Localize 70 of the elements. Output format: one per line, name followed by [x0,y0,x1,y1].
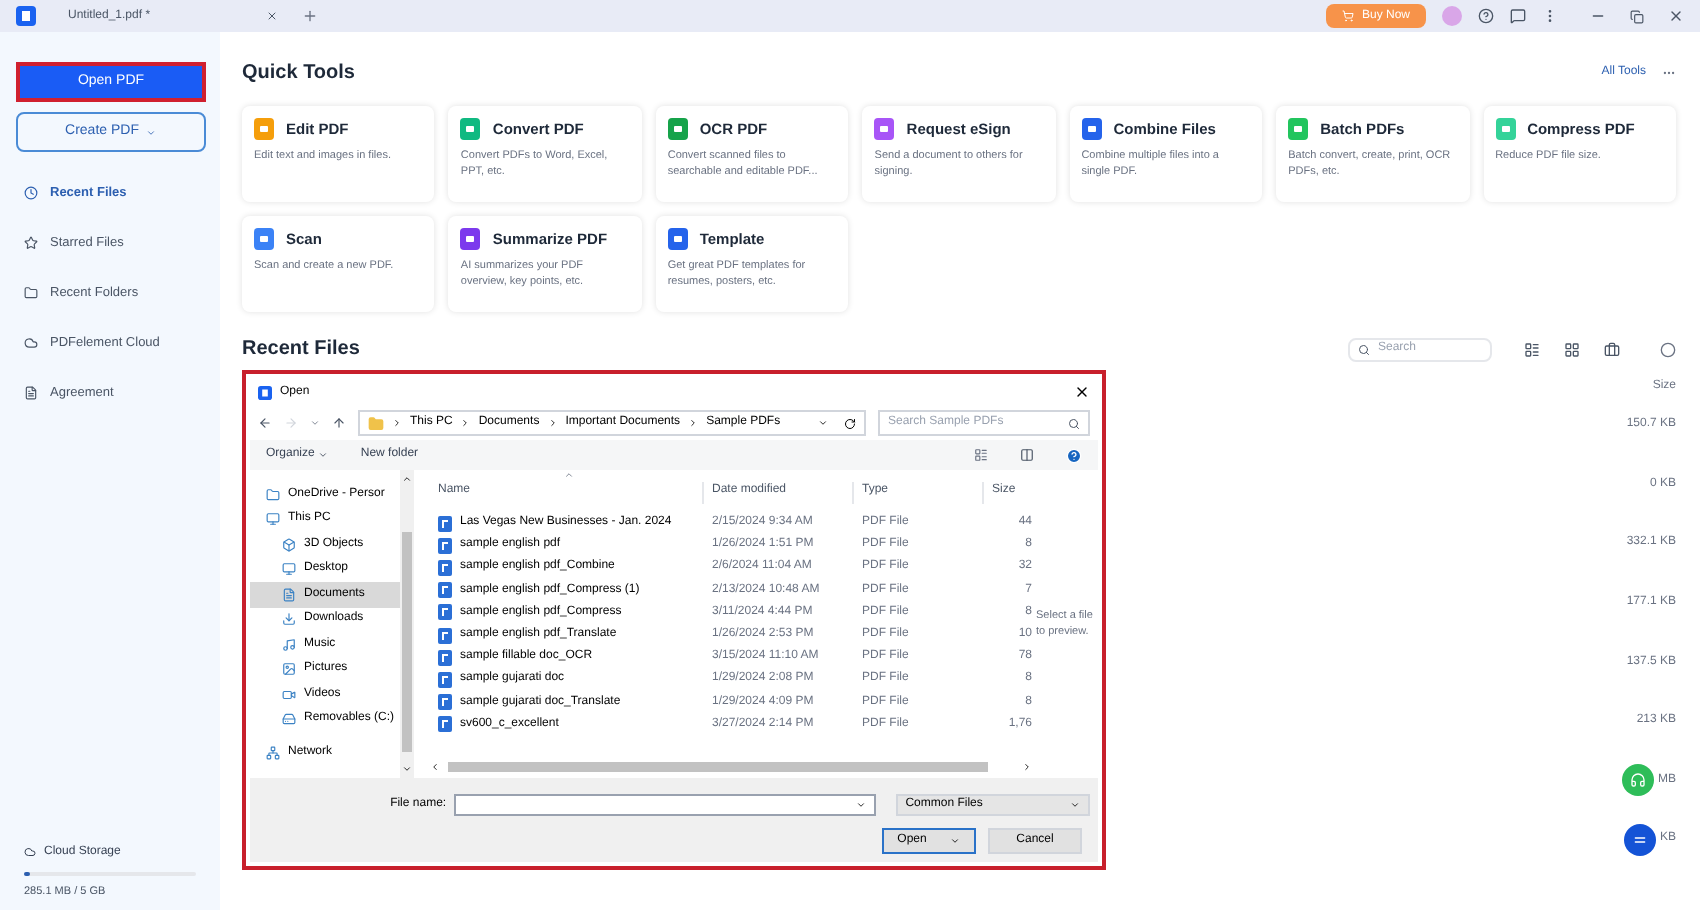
new-tab-icon[interactable] [302,8,318,24]
caret-icon [146,127,157,137]
tool-icon [667,118,688,141]
tool-icon [254,228,274,251]
dropdown-caret-icon [1070,800,1080,810]
dropdown-caret-icon [855,800,866,810]
chevron-icon [688,418,699,428]
nav-icon [24,236,38,250]
help-icon[interactable] [1478,8,1494,24]
lines-icon [1631,831,1648,848]
pdf-file-icon [438,627,452,644]
more-icon[interactable] [1662,66,1676,80]
section-title: Recent Files [242,336,360,364]
scrollbar[interactable] [400,470,414,778]
close-icon[interactable] [1668,8,1684,24]
app-logo-icon [16,6,36,26]
tool-icon [460,118,481,141]
app-logo-icon [258,385,272,399]
nav-icon [24,336,38,350]
restore-icon[interactable] [1630,9,1644,23]
pdf-file-icon [438,694,452,711]
nav-icon [24,386,38,400]
cloud-icon [24,846,36,859]
headset-icon [1630,772,1646,789]
pdf-file-icon [438,671,452,688]
chevron-icon [460,418,471,428]
pdf-file-icon [438,716,452,733]
pdf-file-icon [438,649,452,666]
dropdown-caret-icon[interactable] [818,418,828,428]
preview-pane-icon[interactable] [1020,448,1034,462]
tool-icon [460,228,481,251]
pdf-file-icon [438,559,452,576]
cart-icon [1341,10,1354,22]
tool-icon [874,118,895,141]
nav-icon [24,186,38,200]
pdf-file-icon [438,582,452,599]
close-tab-icon[interactable] [266,10,278,22]
chevron-icon [547,418,558,428]
scroll-right-icon[interactable] [1022,762,1032,772]
tool-icon [1081,118,1102,141]
tool-icon [1288,118,1309,141]
pdf-file-icon [438,604,452,621]
caret-icon [950,836,961,846]
briefcase-icon[interactable] [1604,341,1620,357]
pdf-file-icon [438,537,452,554]
section-title: Quick Tools [242,60,355,88]
pdf-file-icon [438,515,452,532]
scroll-left-icon[interactable] [430,762,440,772]
list-view-icon[interactable] [1524,341,1540,357]
tool-icon [254,118,274,141]
nav-icon [24,286,38,300]
chevron-icon [392,418,402,428]
feedback-icon[interactable] [1510,8,1526,24]
tool-icon [1495,118,1516,141]
horizontal-scrollbar[interactable] [430,760,1032,774]
view-options-icon[interactable] [974,448,988,462]
search-icon [1358,343,1370,355]
caret-icon [318,450,329,460]
scroll-down-icon[interactable] [402,764,412,774]
close-icon[interactable] [1074,384,1090,400]
scroll-up-icon[interactable] [402,474,412,484]
refresh-icon[interactable] [844,417,856,429]
up-icon[interactable] [332,416,346,430]
back-icon[interactable] [258,416,272,430]
sort-caret-icon [564,470,574,480]
grid-view-icon[interactable] [1564,341,1580,357]
tool-icon [667,228,688,251]
assistant-button[interactable] [1623,823,1656,856]
search-icon [1068,417,1080,429]
file-name-field[interactable] [454,794,876,816]
